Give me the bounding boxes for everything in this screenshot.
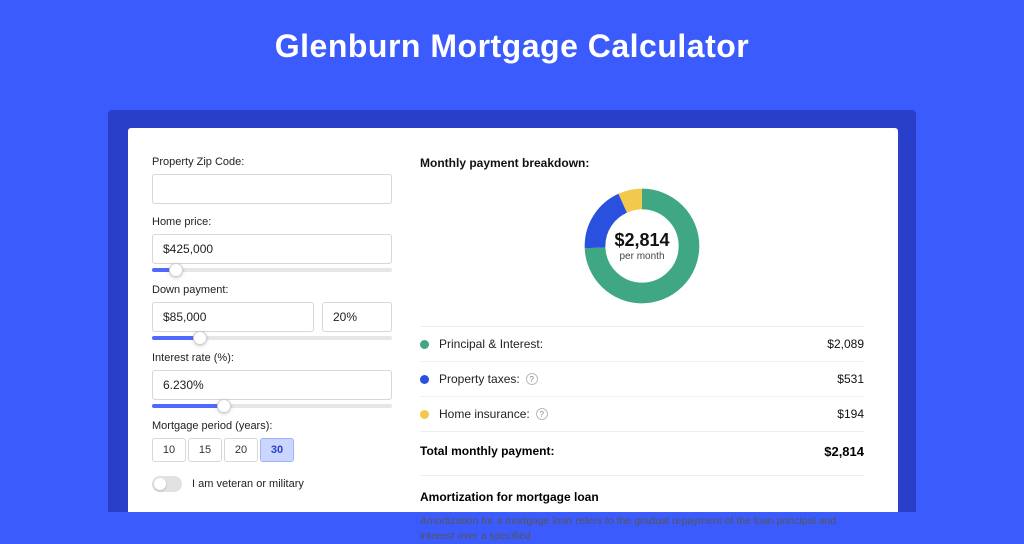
- total-row: Total monthly payment: $2,814: [420, 431, 864, 475]
- down-payment-slider-thumb[interactable]: [193, 331, 207, 345]
- legend-label-insurance: Home insurance:: [439, 407, 530, 421]
- period-option-10[interactable]: 10: [152, 438, 186, 462]
- veteran-toggle-knob: [154, 478, 166, 490]
- help-icon[interactable]: ?: [536, 408, 548, 420]
- mortgage-period-buttons: 10 15 20 30: [152, 438, 392, 462]
- down-payment-slider[interactable]: [152, 336, 392, 340]
- interest-rate-slider-fill: [152, 404, 224, 408]
- calculator-card: Property Zip Code: Home price: Down paym…: [128, 128, 898, 512]
- period-option-30[interactable]: 30: [260, 438, 294, 462]
- home-price-slider[interactable]: [152, 268, 392, 272]
- home-price-group: Home price:: [152, 216, 392, 272]
- legend-dot-green: [420, 340, 429, 349]
- legend-value-taxes: $531: [837, 372, 864, 386]
- legend-row-insurance: Home insurance: ? $194: [420, 396, 864, 431]
- breakdown-title: Monthly payment breakdown:: [420, 156, 864, 170]
- payment-donut-chart: $2,814 per month: [580, 184, 704, 308]
- legend-value-insurance: $194: [837, 407, 864, 421]
- home-price-input[interactable]: [152, 234, 392, 264]
- mortgage-period-label: Mortgage period (years):: [152, 420, 392, 432]
- mortgage-period-group: Mortgage period (years): 10 15 20 30: [152, 420, 392, 462]
- legend-label-principal: Principal & Interest:: [439, 337, 543, 351]
- legend-label-taxes: Property taxes:: [439, 372, 520, 386]
- form-column: Property Zip Code: Home price: Down paym…: [152, 156, 392, 512]
- zip-input[interactable]: [152, 174, 392, 204]
- donut-wrap: $2,814 per month: [420, 184, 864, 308]
- veteran-row: I am veteran or military: [152, 476, 392, 492]
- down-payment-label: Down payment:: [152, 284, 392, 296]
- interest-rate-group: Interest rate (%):: [152, 352, 392, 408]
- home-price-slider-thumb[interactable]: [169, 263, 183, 277]
- legend-value-principal: $2,089: [827, 337, 864, 351]
- legend-dot-yellow: [420, 410, 429, 419]
- amortization-section: Amortization for mortgage loan Amortizat…: [420, 475, 864, 544]
- breakdown-column: Monthly payment breakdown: $2,814 per mo…: [420, 156, 864, 512]
- home-price-label: Home price:: [152, 216, 392, 228]
- donut-subtext: per month: [619, 251, 664, 262]
- veteran-toggle[interactable]: [152, 476, 182, 492]
- interest-rate-slider-thumb[interactable]: [217, 399, 231, 413]
- period-option-20[interactable]: 20: [224, 438, 258, 462]
- amortization-text: Amortization for a mortgage loan refers …: [420, 514, 864, 544]
- legend-dot-blue: [420, 375, 429, 384]
- page-title: Glenburn Mortgage Calculator: [0, 0, 1024, 87]
- period-option-15[interactable]: 15: [188, 438, 222, 462]
- interest-rate-slider[interactable]: [152, 404, 392, 408]
- legend-row-principal: Principal & Interest: $2,089: [420, 327, 864, 361]
- total-label: Total monthly payment:: [420, 444, 554, 459]
- zip-label: Property Zip Code:: [152, 156, 392, 168]
- amortization-title: Amortization for mortgage loan: [420, 490, 864, 504]
- down-payment-group: Down payment:: [152, 284, 392, 340]
- help-icon[interactable]: ?: [526, 373, 538, 385]
- donut-amount: $2,814: [614, 230, 669, 251]
- down-payment-input[interactable]: [152, 302, 314, 332]
- zip-group: Property Zip Code:: [152, 156, 392, 204]
- legend-row-taxes: Property taxes: ? $531: [420, 361, 864, 396]
- total-value: $2,814: [824, 444, 864, 459]
- veteran-label: I am veteran or military: [192, 478, 304, 490]
- down-payment-pct-input[interactable]: [322, 302, 392, 332]
- breakdown-legend: Principal & Interest: $2,089 Property ta…: [420, 326, 864, 431]
- interest-rate-input[interactable]: [152, 370, 392, 400]
- donut-center: $2,814 per month: [580, 184, 704, 308]
- interest-rate-label: Interest rate (%):: [152, 352, 392, 364]
